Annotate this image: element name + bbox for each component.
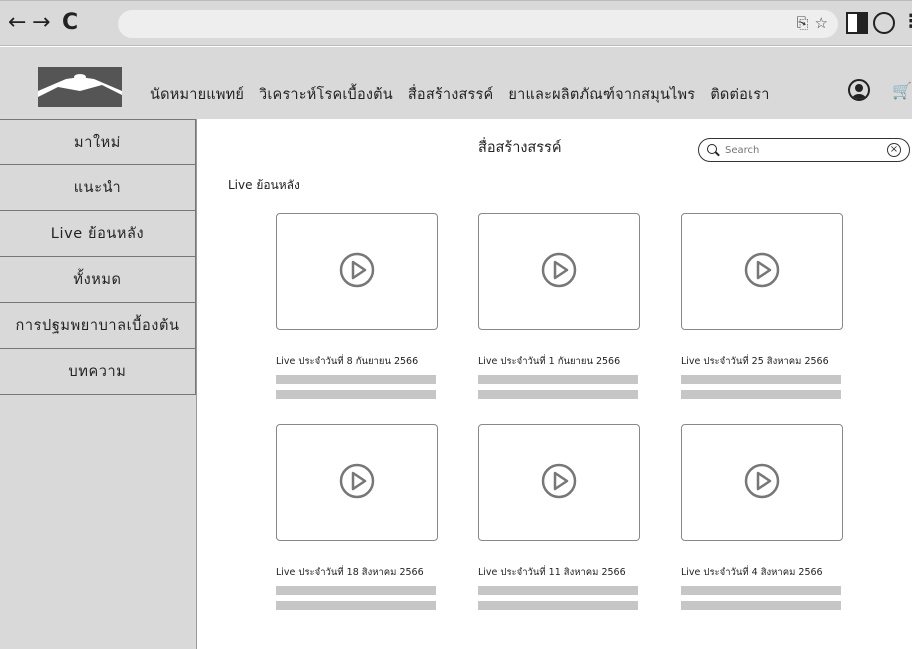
logo-image-icon[interactable] [38,67,122,107]
text-placeholder-bar [276,601,436,610]
play-icon[interactable] [742,250,782,294]
page-title: สื่อสร้างสรรค์ [478,140,562,156]
sidebar-item-all[interactable]: ทั้งหมด [0,257,196,303]
nav-diagnosis[interactable]: วิเคราะห์โรคเบื้องต้น [259,83,393,106]
play-icon[interactable] [742,461,782,505]
text-placeholder-bar [681,601,841,610]
video-thumbnail[interactable] [276,424,438,541]
text-placeholder-bar [681,390,841,399]
user-account-icon[interactable] [848,79,870,101]
video-title[interactable]: Live ประจำวันที่ 1 กันยายน 2566 [478,354,644,369]
nav-contact[interactable]: ติดต่อเรา [710,83,769,106]
sidebar-item-articles[interactable]: บทความ [0,349,196,395]
side-panel-icon[interactable] [846,12,868,34]
section-heading: Live ย้อนหลัง [228,178,300,192]
sidebar: มาใหม่ แนะนำ Live ย้อนหลัง ทั้งหมด การปฐ… [0,119,197,649]
video-card[interactable]: Live ประจำวันที่ 25 สิงหาคม 2566 [681,213,847,399]
sidebar-item-first-aid[interactable]: การปฐมพยาบาลเบื้องต้น [0,303,196,349]
video-title[interactable]: Live ประจำวันที่ 8 กันยายน 2566 [276,354,442,369]
sidebar-item-live-replay[interactable]: Live ย้อนหลัง [0,211,196,257]
video-thumbnail[interactable] [478,424,640,541]
video-title[interactable]: Live ประจำวันที่ 25 สิงหาคม 2566 [681,354,847,369]
browser-menu-icon[interactable]: ⋮ [902,11,912,32]
video-card[interactable]: Live ประจำวันที่ 18 สิงหาคม 2566 [276,424,442,610]
profile-icon[interactable] [873,12,895,34]
search-input[interactable] [725,144,875,156]
forward-button[interactable]: → [32,9,50,37]
video-card[interactable]: Live ประจำวันที่ 1 กันยายน 2566 [478,213,644,399]
address-bar[interactable]: ⎘ ☆ [118,10,838,38]
video-title[interactable]: Live ประจำวันที่ 11 สิงหาคม 2566 [478,565,644,580]
video-card[interactable]: Live ประจำวันที่ 4 สิงหาคม 2566 [681,424,847,610]
bookmark-star-icon[interactable]: ☆ [815,14,828,32]
search-icon [707,144,719,156]
video-card[interactable]: Live ประจำวันที่ 8 กันยายน 2566 [276,213,442,399]
top-navigation: นัดหมายแพทย์ วิเคราะห์โรคเบื้องต้น สื่อส… [150,83,785,106]
sidebar-item-recommended[interactable]: แนะนำ [0,165,196,211]
nav-herbal-products[interactable]: ยาและผลิตภัณฑ์จากสมุนไพร [508,83,695,106]
video-title[interactable]: Live ประจำวันที่ 4 สิงหาคม 2566 [681,565,847,580]
video-card[interactable]: Live ประจำวันที่ 11 สิงหาคม 2566 [478,424,644,610]
video-thumbnail[interactable] [276,213,438,330]
text-placeholder-bar [276,375,436,384]
text-placeholder-bar [478,375,638,384]
share-icon[interactable]: ⎘ [797,14,809,32]
video-title[interactable]: Live ประจำวันที่ 18 สิงหาคม 2566 [276,565,442,580]
nav-creative-media[interactable]: สื่อสร้างสรรค์ [408,83,494,106]
cart-icon[interactable]: 🛒 [892,81,912,100]
text-placeholder-bar [681,375,841,384]
text-placeholder-bar [276,390,436,399]
text-placeholder-bar [478,390,638,399]
browser-toolbar: ← → C ⎘ ☆ ⋮ [0,0,912,46]
text-placeholder-bar [276,586,436,595]
play-icon[interactable] [337,250,377,294]
play-icon[interactable] [539,250,579,294]
play-icon[interactable] [539,461,579,505]
text-placeholder-bar [681,586,841,595]
video-thumbnail[interactable] [681,213,843,330]
site-header: นัดหมายแพทย์ วิเคราะห์โรคเบื้องต้น สื่อส… [0,47,912,119]
video-thumbnail[interactable] [681,424,843,541]
nav-appointment[interactable]: นัดหมายแพทย์ [150,83,244,106]
video-thumbnail[interactable] [478,213,640,330]
reload-button[interactable]: C [62,9,78,37]
play-icon[interactable] [337,461,377,505]
text-placeholder-bar [478,601,638,610]
sidebar-item-new[interactable]: มาใหม่ [0,119,196,165]
back-button[interactable]: ← [8,9,26,37]
text-placeholder-bar [478,586,638,595]
search-bar[interactable]: × [698,138,910,162]
clear-search-icon[interactable]: × [887,143,901,157]
